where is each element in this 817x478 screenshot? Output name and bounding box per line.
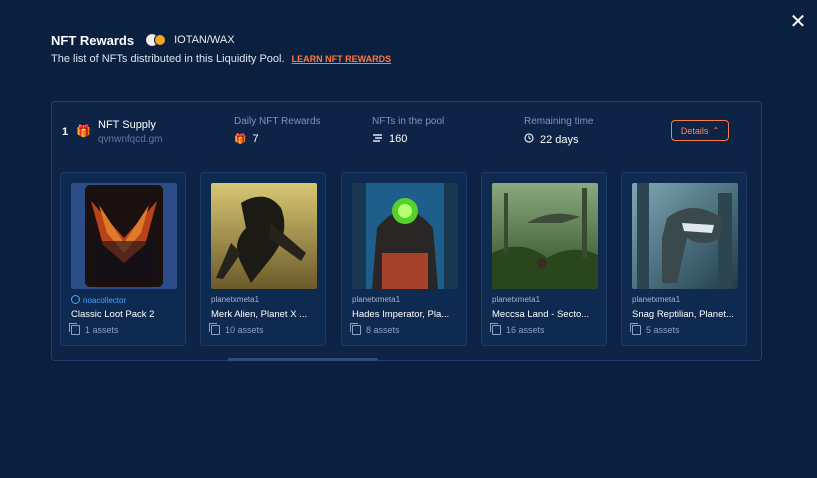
assets-label: 5 assets <box>646 325 680 335</box>
creator-label[interactable]: planetxmeta1 <box>632 295 680 304</box>
copy-icon <box>630 323 641 335</box>
page-title: NFT Rewards <box>51 32 135 48</box>
close-icon[interactable]: ✕ <box>789 12 807 32</box>
horizontal-scrollbar[interactable] <box>228 358 378 361</box>
details-button[interactable]: Details ⌃ <box>671 120 729 141</box>
supply-name: NFT Supply <box>98 119 156 131</box>
assets-label: 1 assets <box>85 325 119 335</box>
supply-row: 1 🎁 NFT Supply qvnwnfqcd.gm Daily NFT Re… <box>52 102 761 162</box>
nft-name: Meccsa Land - Secto... <box>492 309 590 320</box>
gift-icon: 🎁 <box>76 124 91 138</box>
stat-value: 22 days <box>540 133 579 146</box>
nft-name: Merk Alien, Planet X ... <box>211 309 308 320</box>
assets-label: 8 assets <box>366 325 400 335</box>
creator-name: noacollector <box>83 296 127 305</box>
assets-count: 16 assets <box>490 323 545 335</box>
copy-icon <box>350 323 361 335</box>
title-row: NFT Rewards IOTAN/WAX <box>51 31 771 49</box>
stat-value-row: 160 <box>372 133 444 145</box>
gift-icon: 🎁 <box>234 133 247 145</box>
assets-count: 10 assets <box>209 323 264 335</box>
nft-name: Snag Reptilian, Planet... <box>632 309 734 320</box>
stat-value-row: 🎁 7 <box>234 133 321 145</box>
assets-count: 8 assets <box>350 323 400 335</box>
nft-image <box>71 183 177 289</box>
assets-label: 10 assets <box>225 325 264 335</box>
wax-token-icon <box>154 34 167 46</box>
assets-label: 16 assets <box>506 325 545 335</box>
stat-daily-rewards: Daily NFT Rewards 🎁 7 <box>234 116 321 145</box>
assets-count: 1 assets <box>69 323 119 335</box>
copy-icon <box>490 323 501 335</box>
stat-remaining-time: Remaining time 22 days <box>524 116 593 146</box>
nft-image <box>492 183 598 289</box>
copy-icon <box>209 323 220 335</box>
nft-name: Hades Imperator, Pla... <box>352 309 450 320</box>
details-label: Details <box>680 125 709 136</box>
creator-label[interactable]: planetxmeta1 <box>211 295 259 304</box>
nft-card[interactable]: planetxmeta1 Meccsa Land - Secto... 16 a… <box>481 172 607 346</box>
nft-image <box>211 183 317 289</box>
stat-value: 160 <box>389 133 408 145</box>
creator-label[interactable]: planetxmeta1 <box>352 295 400 304</box>
nft-card[interactable]: planetxmeta1 Snag Reptilian, Planet... 5… <box>621 172 747 346</box>
creator-label[interactable]: planetxmeta1 <box>492 295 540 304</box>
stat-nfts-in-pool: NFTs in the pool 160 <box>372 116 444 145</box>
nft-supply-panel: 1 🎁 NFT Supply qvnwnfqcd.gm Daily NFT Re… <box>51 101 762 361</box>
nft-card-list[interactable]: noacollector Classic Loot Pack 2 1 asset… <box>60 172 760 346</box>
nft-name: Classic Loot Pack 2 <box>71 309 155 320</box>
verified-check-icon <box>71 295 80 304</box>
nft-card[interactable]: noacollector Classic Loot Pack 2 1 asset… <box>60 172 186 346</box>
subtitle-row: The list of NFTs distributed in this Liq… <box>51 53 771 65</box>
stat-label: Remaining time <box>524 116 594 127</box>
modal-header: NFT Rewards IOTAN/WAX The list of NFTs d… <box>51 31 771 66</box>
nft-image <box>632 183 738 289</box>
supply-account: qvnwnfqcd.gm <box>98 134 163 145</box>
stat-label: Daily NFT Rewards <box>234 116 321 127</box>
chevron-up-icon: ⌃ <box>712 126 720 135</box>
creator-label[interactable]: noacollector <box>71 295 126 305</box>
nft-image <box>352 183 458 289</box>
nft-card[interactable]: planetxmeta1 Hades Imperator, Pla... 8 a… <box>341 172 467 346</box>
copy-icon <box>69 323 80 335</box>
stat-label: NFTs in the pool <box>372 116 445 127</box>
clock-icon <box>524 133 534 146</box>
learn-nft-rewards-link[interactable]: LEARN NFT REWARDS <box>292 54 392 64</box>
supply-rank: 1 <box>62 126 69 138</box>
pair-label: IOTAN/WAX <box>174 34 235 46</box>
assets-count: 5 assets <box>630 323 680 335</box>
subtitle: The list of NFTs distributed in this Liq… <box>51 53 285 65</box>
pair-token-icons <box>146 34 167 46</box>
stat-value-row: 22 days <box>524 133 593 146</box>
nft-card[interactable]: planetxmeta1 Merk Alien, Planet X ... 10… <box>200 172 326 346</box>
pool-icon <box>372 133 383 145</box>
stat-value: 7 <box>252 133 259 145</box>
